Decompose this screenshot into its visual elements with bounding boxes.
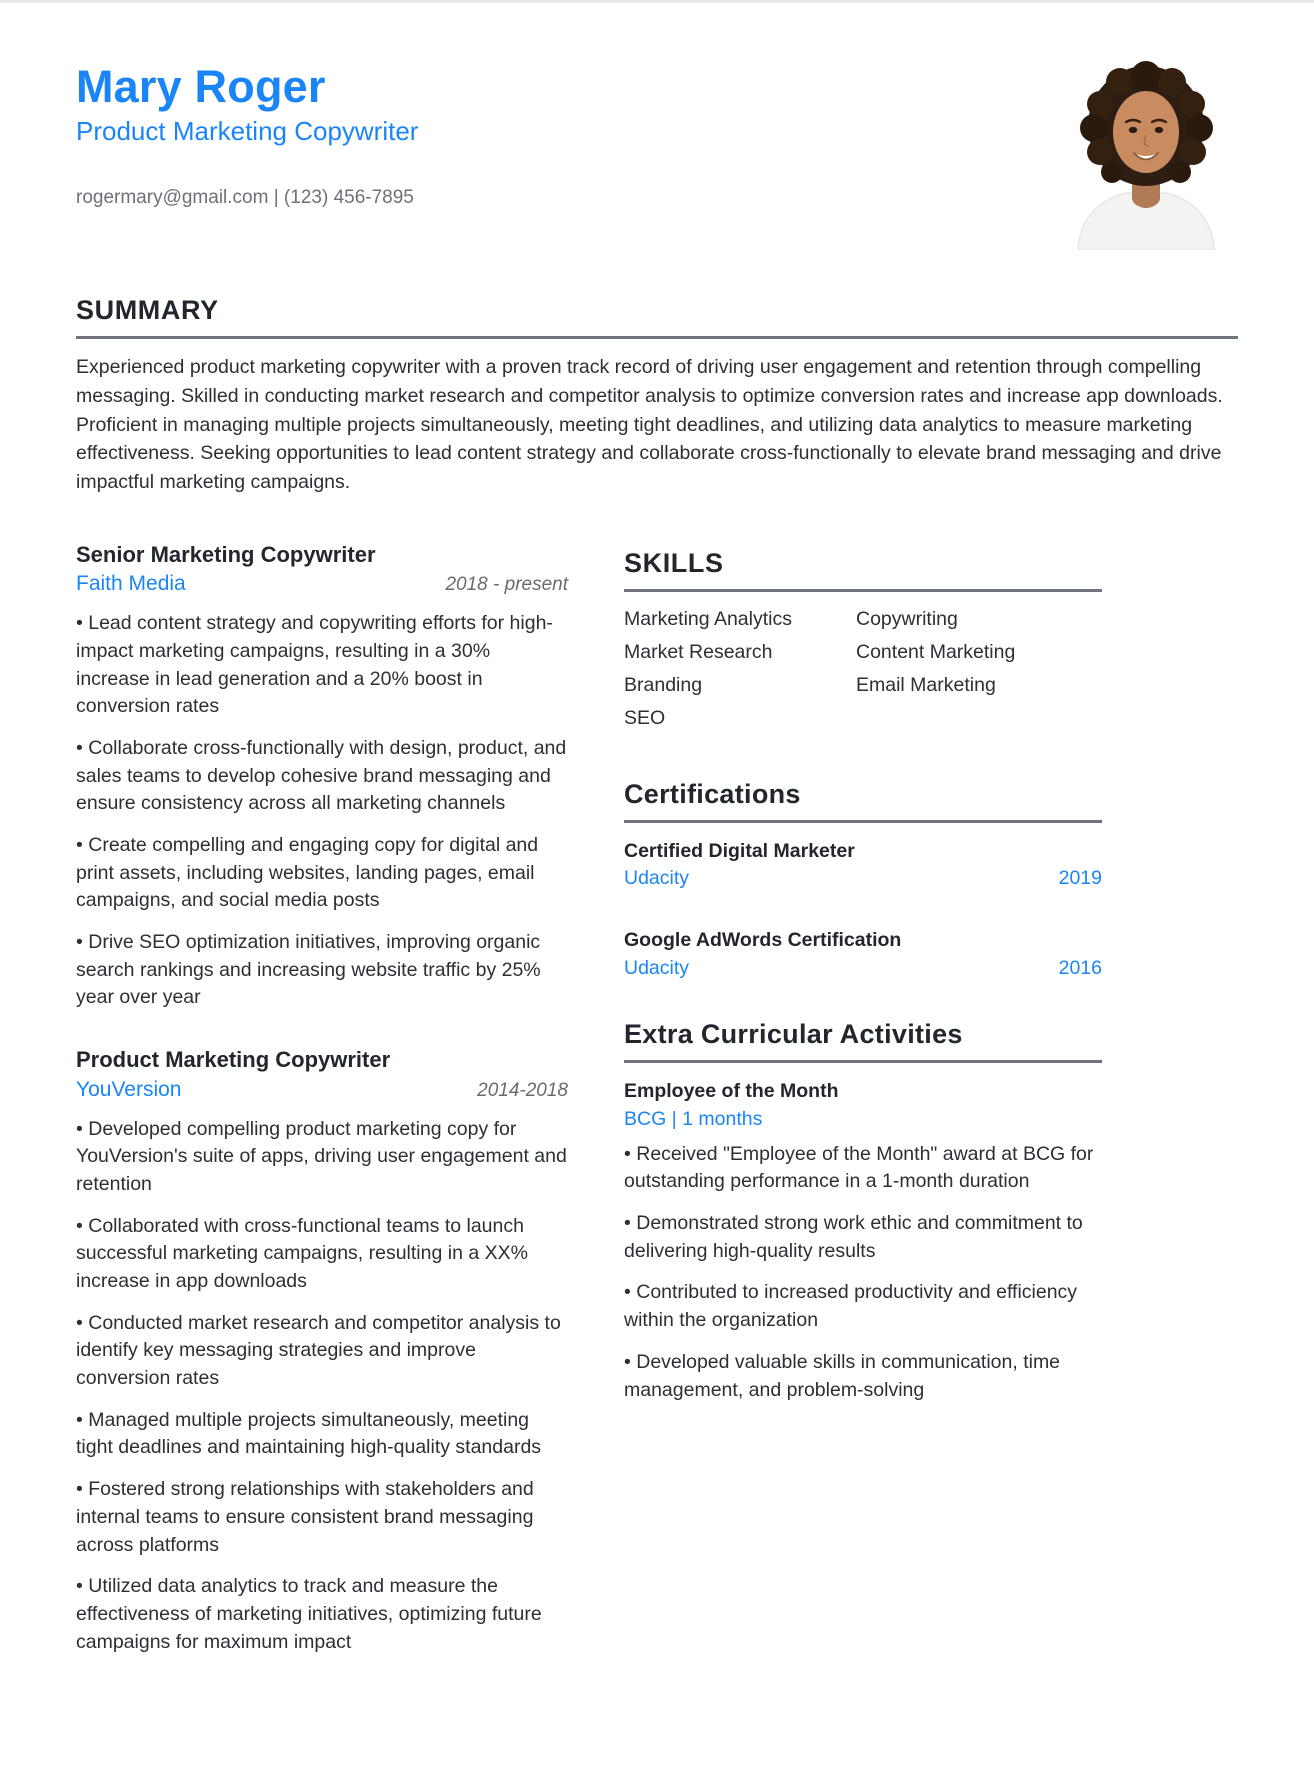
certification-issuer: Udacity [624, 867, 690, 890]
certification-name: Google AdWords Certification [624, 929, 902, 952]
skill-item: Email Marketing [856, 673, 996, 696]
bullet-item: • Collaborate cross-functionally with de… [76, 736, 567, 815]
bullet-item: • Create compelling and engaging copy fo… [76, 833, 539, 912]
certifications-heading: Certifications [624, 778, 801, 809]
bullet-item: • Lead content strategy and copywriting … [76, 612, 553, 718]
skill-item: SEO [624, 706, 666, 729]
extra-curricular-title: Employee of the Month [624, 1080, 839, 1103]
certification-issuer: Udacity [624, 956, 690, 979]
certification-meta: Udacity 2016 [624, 957, 1102, 980]
job-role: Senior Marketing Copywriter [76, 541, 376, 567]
avatar [1060, 52, 1232, 250]
job-meta: YouVersion 2014-2018 [76, 1078, 568, 1102]
header-identity: Mary Roger Product Marketing Copywriter … [76, 44, 418, 210]
extra-curricular-section: Extra Curricular Activities Employee of … [624, 1018, 1102, 1405]
job-dates: 2014-2018 [477, 1079, 568, 1101]
bullet-item: • Received "Employee of the Month" award… [624, 1142, 1094, 1193]
bullet-item: • Utilized data analytics to track and m… [76, 1575, 542, 1653]
skill-item: Branding [624, 673, 703, 696]
resume-page: Mary Roger Product Marketing Copywriter … [0, 0, 1314, 1784]
job-dates: 2018 - present [445, 574, 568, 596]
job-company: YouVersion [76, 1077, 182, 1101]
bullet-item: • Demonstrated strong work ethic and com… [624, 1212, 1083, 1262]
skills-section: SKILLS Marketing Analytics Market Resear… [624, 547, 1102, 738]
bullet-item: • Drive SEO optimization initiatives, im… [76, 931, 541, 1009]
certification-year: 2019 [1058, 867, 1102, 890]
skills-column-1: Marketing Analytics Market Research Bran… [624, 606, 856, 738]
summary-heading: SUMMARY [76, 295, 219, 325]
summary-section: SUMMARY Experienced product marketing co… [76, 294, 1238, 497]
bullet-item: • Developed compelling product marketing… [76, 1117, 567, 1195]
job-meta: Faith Media 2018 - present [76, 572, 568, 596]
job-role: Product Marketing Copywriter [76, 1047, 391, 1073]
resume-body: Senior Marketing Copywriter Faith Media … [76, 541, 1238, 1691]
bullet-item: • Conducted market research and competit… [76, 1311, 561, 1390]
certification-name: Certified Digital Marketer [624, 839, 855, 862]
experience-entry: Senior Marketing Copywriter Faith Media … [76, 541, 568, 1012]
skills-heading: SKILLS [624, 547, 724, 578]
skill-item: Market Research [624, 640, 773, 663]
extra-curricular-divider [624, 1060, 1102, 1064]
page-title: Mary Roger [76, 61, 326, 112]
experience-entry: Product Marketing Copywriter YouVersion … [76, 1046, 568, 1656]
certification-meta: Udacity 2019 [624, 867, 1102, 890]
certifications-divider [624, 819, 1102, 823]
skills-column-2: Copywriting Content Marketing Email Mark… [856, 606, 1088, 738]
extra-curricular-heading: Extra Curricular Activities [624, 1018, 963, 1049]
summary-divider [76, 336, 1238, 340]
job-company: Faith Media [76, 572, 186, 596]
certification-entry: Certified Digital Marketer Udacity 2019 [624, 839, 1102, 890]
header-job-title: Product Marketing Copywriter [76, 116, 419, 147]
bullet-item: • Collaborated with cross-functional tea… [76, 1214, 528, 1293]
sidebar-column: SKILLS Marketing Analytics Market Resear… [624, 541, 1102, 1691]
skills-grid: Marketing Analytics Market Research Bran… [624, 606, 1102, 738]
bullet-item: • Contributed to increased productivity … [624, 1281, 1078, 1332]
extra-curricular-subtitle: BCG | 1 months [624, 1108, 763, 1131]
resume-header: Mary Roger Product Marketing Copywriter … [76, 44, 1238, 250]
contact-line: rogermary@gmail.com | (123) 456-7895 [76, 186, 414, 208]
skill-item: Content Marketing [856, 640, 1016, 663]
extra-curricular-bullets: • Received "Employee of the Month" award… [624, 1141, 1102, 1405]
bullet-item: • Fostered strong relationships with sta… [76, 1478, 534, 1556]
page-top-border [0, 0, 1314, 3]
certification-year: 2016 [1058, 956, 1102, 979]
certification-entry: Google AdWords Certification Udacity 201… [624, 928, 1102, 979]
certifications-section: Certifications Certified Digital Markete… [624, 778, 1102, 980]
skills-divider [624, 589, 1102, 593]
bullet-item: • Managed multiple projects simultaneous… [76, 1408, 542, 1459]
job-bullets: • Lead content strategy and copywriting … [76, 610, 568, 1012]
job-bullets: • Developed compelling product marketing… [76, 1116, 568, 1657]
profile-photo-image [1060, 52, 1232, 250]
summary-text: Experienced product marketing copywriter… [76, 356, 1223, 494]
bullet-item: • Developed valuable skills in communica… [624, 1350, 1061, 1401]
extra-curricular-entry: Employee of the Month BCG | 1 months • R… [624, 1079, 1102, 1404]
skill-item: Marketing Analytics [624, 608, 792, 631]
skill-item: Copywriting [856, 608, 958, 631]
experience-column: Senior Marketing Copywriter Faith Media … [76, 541, 568, 1691]
